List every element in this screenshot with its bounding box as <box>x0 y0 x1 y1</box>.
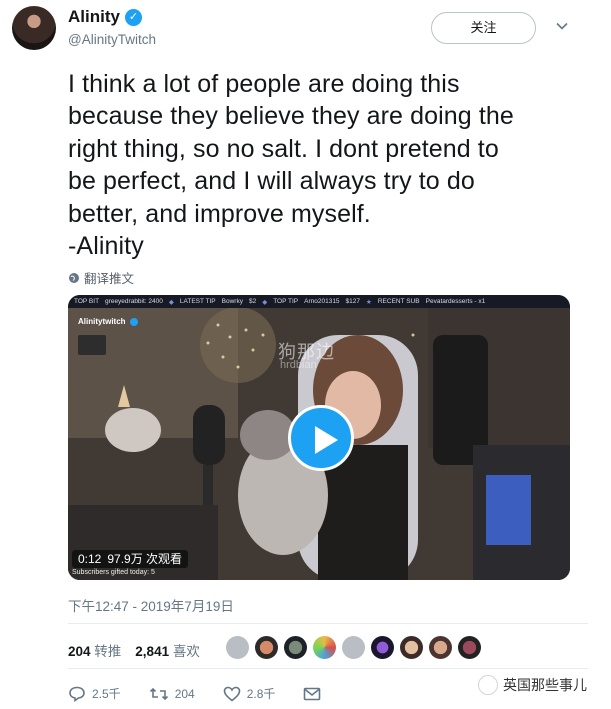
stream-ticker: TOP BIT greeyedrabbit: 2400 ◆ LATEST TIP… <box>68 295 570 308</box>
ticker-separator-icon: ◆ <box>262 298 268 306</box>
heart-icon <box>223 686 241 702</box>
retweet-count-stat[interactable]: 204 转推 <box>68 640 121 660</box>
watermark-subtext: hrdbian <box>280 359 317 371</box>
envelope-icon <box>304 687 321 700</box>
liker-avatar[interactable] <box>400 636 423 659</box>
divider <box>68 623 588 624</box>
ticker-item: $2 <box>248 298 257 305</box>
ticker-item: Bowrky <box>221 298 243 305</box>
brand-logo-icon <box>478 675 498 695</box>
brand-label: 英国那些事儿 <box>503 677 587 693</box>
tweet-text: I think a lot of people are doing this b… <box>68 70 514 261</box>
like-action[interactable]: 2.8千 <box>223 685 276 702</box>
stream-channel-tag: Alinitytwitch <box>78 317 138 326</box>
ticker-item: TOP BIT <box>74 298 100 305</box>
profile-avatar[interactable] <box>12 6 56 50</box>
tweet-actions: 2.5千 204 2.8千 <box>68 685 349 702</box>
stream-logo-icon <box>78 335 106 355</box>
ticker-item: RECENT SUB <box>377 298 420 305</box>
video-info-overlay: 0:12 97.9万 次观看 <box>72 550 189 568</box>
retweet-count-label[interactable]: 转推 <box>94 644 121 659</box>
account-handle[interactable]: @AlinityTwitch <box>68 32 156 47</box>
liker-avatar[interactable] <box>429 636 452 659</box>
translate-tweet-link[interactable]: 翻译推文 <box>68 268 134 287</box>
liker-avatars <box>226 636 481 659</box>
direct-message-action[interactable] <box>303 687 321 701</box>
ticker-item: Arno201315 <box>304 298 340 305</box>
play-icon <box>315 426 338 454</box>
liker-avatar[interactable] <box>342 636 365 659</box>
engagement-stats: 204 转推 2,841 喜欢 <box>68 640 200 660</box>
retweet-count[interactable]: 204 <box>68 644 91 659</box>
video-view-count: 97.9万 次观看 <box>107 552 183 566</box>
video-duration: 0:12 <box>78 552 102 566</box>
ticker-item: greeyedrabbit: 2400 <box>105 298 163 305</box>
like-count[interactable]: 2,841 <box>135 644 169 659</box>
translate-label[interactable]: 翻译推文 <box>84 268 134 287</box>
reply-count[interactable]: 2.5千 <box>92 685 121 702</box>
liker-avatar[interactable] <box>226 636 249 659</box>
follow-button[interactable]: 关注 <box>431 12 536 44</box>
video-stream-caption: Subscribers gifted today: 5 <box>72 569 155 576</box>
divider <box>68 668 588 669</box>
ticker-item: LATEST TIP <box>179 298 216 305</box>
ticker-separator-icon: ★ <box>366 298 372 306</box>
account-name[interactable]: Alinity ✓ <box>68 7 142 27</box>
liker-avatar[interactable] <box>284 636 307 659</box>
video-player[interactable]: TOP BIT greeyedrabbit: 2400 ◆ LATEST TIP… <box>68 295 570 580</box>
verified-badge-icon: ✓ <box>124 8 142 26</box>
like-count-stat[interactable]: 2,841 喜欢 <box>135 640 200 660</box>
tweet-timestamp[interactable]: 下午12:47 - 2019年7月19日 <box>68 595 234 615</box>
retweet-icon <box>149 687 168 700</box>
liker-avatar[interactable] <box>313 636 336 659</box>
like-count-label[interactable]: 喜欢 <box>173 644 200 659</box>
source-watermark: 英国那些事儿 <box>478 675 587 695</box>
liker-avatar[interactable] <box>371 636 394 659</box>
like-action-count[interactable]: 2.8千 <box>247 685 276 702</box>
ticker-item: TOP TIP <box>273 298 299 305</box>
ticker-item: $127 <box>345 298 361 305</box>
chevron-down-icon[interactable] <box>555 19 569 33</box>
liker-avatar[interactable] <box>458 636 481 659</box>
stream-channel-name: Alinitytwitch <box>78 317 126 326</box>
ticker-item: Pevatardesserts - x1 <box>425 298 486 305</box>
retweet-action[interactable]: 204 <box>149 686 195 702</box>
ticker-separator-icon: ◆ <box>168 298 174 306</box>
reply-icon <box>69 686 85 702</box>
account-name-text[interactable]: Alinity <box>68 7 120 27</box>
reply-action[interactable]: 2.5千 <box>68 685 121 702</box>
globe-icon <box>69 272 79 283</box>
twitter-bird-icon <box>129 317 138 326</box>
play-button[interactable] <box>288 405 354 471</box>
retweet-action-count[interactable]: 204 <box>175 687 195 701</box>
liker-avatar[interactable] <box>255 636 278 659</box>
